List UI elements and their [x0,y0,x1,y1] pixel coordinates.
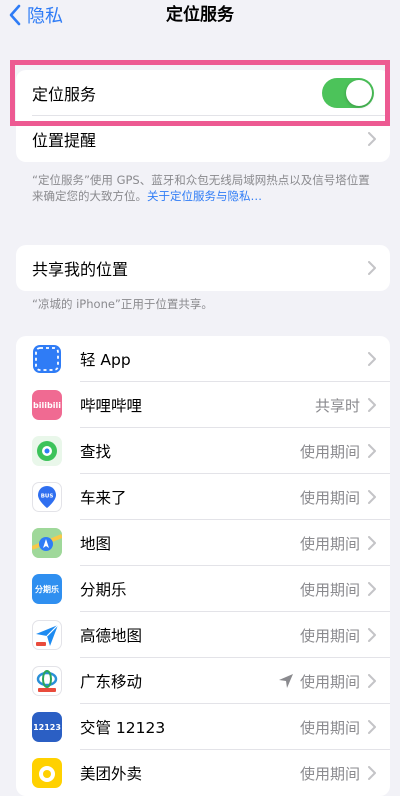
chevron-right-icon [368,628,376,642]
list-item[interactable]: 高德地图 使用期间 [16,612,390,658]
chevron-right-icon [368,490,376,504]
share-location-footnote: “凉城的 iPhone”正用于位置共享。 [32,297,213,311]
app-name: 美团外卖 [80,765,143,783]
chevron-right-icon [368,766,376,780]
find-my-icon [32,436,62,466]
china-mobile-icon [32,666,62,696]
page-title: 定位服务 [166,5,234,25]
chevron-right-icon [368,582,376,596]
chevron-right-icon [368,261,376,275]
app-permission: 共享时 [314,396,360,415]
chevron-right-icon [368,720,376,734]
light-app-icon [32,344,62,374]
app-name: 广东移动 [80,673,143,691]
chelaile-icon: BUS [32,482,62,512]
chevron-right-icon [368,444,376,458]
chelaile-icon-text: BUS [41,494,54,500]
app-permission: 使用期间 [299,764,360,783]
app-name: 轻 App [80,351,131,369]
fenqile-icon: 分期乐 [32,574,62,604]
highlight-frame [10,60,390,126]
amap-icon [32,620,62,650]
app-name: 高德地图 [80,627,143,645]
list-item[interactable]: 轻 App [16,336,390,382]
list-item[interactable]: bilibili 哔哩哔哩 共享时 [16,382,390,428]
list-item[interactable]: 12123 交管 12123 使用期间 [16,704,390,750]
list-item[interactable]: 美团外卖 使用期间 [16,750,390,796]
app-name: 车来了 [80,489,127,507]
meituan-icon [32,758,62,788]
app-permission: 使用期间 [299,718,360,737]
app-name: 分期乐 [80,581,127,599]
app-permission: 使用期间 [299,488,360,507]
location-arrow-icon [279,674,293,688]
chevron-right-icon [368,674,376,688]
share-location-group: 共享我的位置 [16,245,390,291]
app-permission: 使用期间 [299,626,360,645]
chevron-right-icon [368,132,376,146]
maps-icon [32,528,62,558]
share-location-label: 共享我的位置 [32,260,129,279]
jiaoguan-12123-icon: 12123 [32,712,62,742]
list-item[interactable]: BUS 车来了 使用期间 [16,474,390,520]
chevron-right-icon [368,352,376,366]
app-name: 查找 [80,443,112,461]
app-permission: 使用期间 [299,442,360,461]
app-permission: 使用期间 [299,534,360,553]
share-location-row[interactable]: 共享我的位置 [16,245,390,291]
app-name: 哔哩哔哩 [80,397,143,415]
app-permission: 使用期间 [299,672,360,691]
app-permission: 使用期间 [299,580,360,599]
bilibili-icon-text: bilibili [33,400,61,410]
bilibili-icon: bilibili [32,390,62,420]
list-item[interactable]: 广东移动 使用期间 [16,658,390,704]
fenqile-icon-text: 分期乐 [35,584,59,594]
apps-list: 轻 App bilibili 哔哩哔哩 共享时 查找 使用期间 BUS 车来了 … [16,336,390,796]
nav-bar: 隐私 定位服务 [0,0,400,40]
location-alerts-label: 位置提醒 [32,131,97,150]
app-name: 地图 [80,535,112,553]
privacy-link[interactable]: 关于定位服务与隐私… [147,189,262,203]
chevron-right-icon [368,536,376,550]
app-name: 交管 12123 [80,719,166,737]
jiaoguan-icon-text: 12123 [33,722,61,732]
location-services-footnote: “定位服务”使用 GPS、蓝牙和众包无线局域网热点以及信号塔位置来确定您的大致方… [32,172,372,204]
chevron-right-icon [368,398,376,412]
list-item[interactable]: 查找 使用期间 [16,428,390,474]
list-item[interactable]: 地图 使用期间 [16,520,390,566]
list-item[interactable]: 分期乐 分期乐 使用期间 [16,566,390,612]
